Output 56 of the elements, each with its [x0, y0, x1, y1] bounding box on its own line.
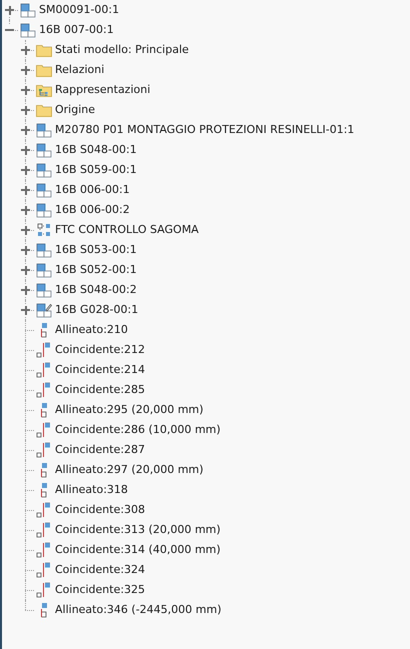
- tree-item[interactable]: Allineato:318: [55, 482, 128, 498]
- constraint-icon: [36, 502, 52, 518]
- tree-item[interactable]: Allineato:295 (20,000 mm): [55, 402, 204, 418]
- tree-item[interactable]: Coincidente:285: [55, 382, 146, 398]
- tree-item[interactable]: SM00091-00:1: [39, 2, 120, 18]
- tree-item[interactable]: 16B S048-00:2: [55, 282, 137, 298]
- tree-item[interactable]: FTC CONTROLLO SAGOMA: [55, 222, 199, 238]
- assembly-icon: [36, 202, 52, 218]
- tree-item[interactable]: Stati modello: Principale: [55, 42, 189, 58]
- tree-item[interactable]: M20780 P01 MONTAGGIO PROTEZIONI RESINELLI-01:1: [55, 122, 354, 138]
- assembly-icon: [36, 122, 52, 138]
- tree-item[interactable]: Coincidente:308: [55, 502, 146, 518]
- folder-icon: [36, 82, 52, 98]
- tree-item[interactable]: Allineato:297 (20,000 mm): [55, 462, 204, 478]
- tree-item[interactable]: Allineato:346 (-2445,000 mm): [55, 602, 222, 618]
- assembly-icon: [36, 142, 52, 158]
- constraint-icon: [36, 382, 52, 398]
- folder-icon: [36, 102, 52, 118]
- tree-item[interactable]: Coincidente:286 (10,000 mm): [55, 422, 221, 438]
- assembly-icon: [36, 282, 52, 298]
- tree-item[interactable]: Relazioni: [55, 62, 104, 78]
- tree-item[interactable]: 16B G028-00:1: [55, 302, 138, 318]
- assembly-icon: [36, 242, 52, 258]
- tree-item[interactable]: 16B S048-00:1: [55, 142, 137, 158]
- tree-item[interactable]: Coincidente:214: [55, 362, 146, 378]
- tree-item[interactable]: Origine: [55, 102, 96, 118]
- assembly-icon: [20, 22, 36, 38]
- assembly-icon: [36, 162, 52, 178]
- constraint-icon: [36, 422, 52, 438]
- folder-icon: [36, 42, 52, 58]
- tree-item[interactable]: 16B 006-00:2: [55, 202, 130, 218]
- tree-item[interactable]: 16B S052-00:1: [55, 262, 137, 278]
- constraint-icon: [36, 362, 52, 378]
- tree-item[interactable]: Allineato:210: [55, 322, 128, 338]
- tree-item[interactable]: 16B 006-00:1: [55, 182, 130, 198]
- constraint-icon: [36, 582, 52, 598]
- tree-item[interactable]: 16B S053-00:1: [55, 242, 137, 258]
- tree-item[interactable]: Coincidente:324: [55, 562, 146, 578]
- constraint-icon: [36, 442, 52, 458]
- assembly-icon: [36, 262, 52, 278]
- tree-item[interactable]: Coincidente:287: [55, 442, 146, 458]
- tree-item[interactable]: Coincidente:325: [55, 582, 146, 598]
- assembly-icon: [36, 182, 52, 198]
- pattern-icon: [36, 222, 52, 238]
- tree-item[interactable]: Rappresentazioni: [55, 82, 150, 98]
- tree-item[interactable]: Coincidente:212: [55, 342, 146, 358]
- constraint-icon: [36, 542, 52, 558]
- folder-icon: [36, 62, 52, 78]
- constraint-icon: [36, 522, 52, 538]
- assembly-icon: [36, 302, 52, 318]
- constraint-icon: [36, 562, 52, 578]
- constraint-icon: [36, 342, 52, 358]
- tree-item[interactable]: Coincidente:314 (40,000 mm): [55, 542, 221, 558]
- tree-item[interactable]: Coincidente:313 (20,000 mm): [55, 522, 221, 538]
- tree-item[interactable]: 16B S059-00:1: [55, 162, 137, 178]
- tree-item[interactable]: 16B 007-00:1: [39, 22, 114, 38]
